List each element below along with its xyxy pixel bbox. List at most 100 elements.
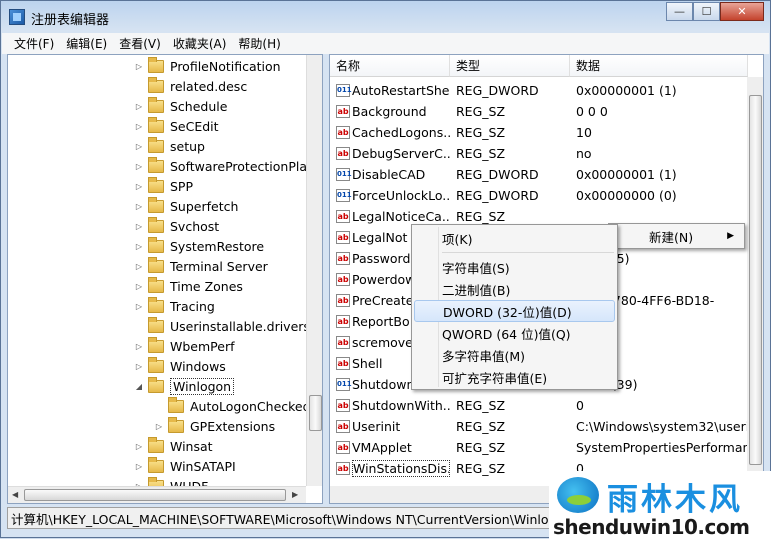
expand-arrow-icon[interactable]: ▷ <box>134 61 144 71</box>
tree-item[interactable]: ▷ Svchost <box>134 216 219 236</box>
expand-arrow-icon[interactable]: ▷ <box>134 341 144 351</box>
maximize-button[interactable]: ☐ <box>693 2 720 21</box>
value-row[interactable]: ab VMApplet REG_SZ SystemPropertiesPerforma… <box>330 437 748 458</box>
value-name: VMApplet <box>352 440 412 455</box>
tree-item-label: ProfileNotification <box>170 58 281 74</box>
value-row[interactable]: ab Userinit REG_SZ C:\Windows\system32\user… <box>330 416 748 437</box>
context-menu-item[interactable]: 项(K) <box>414 227 615 249</box>
close-button[interactable]: ✕ <box>720 2 764 21</box>
tree-item[interactable]: ▷ Windows <box>134 356 226 376</box>
tree-item[interactable]: ▷ SPP <box>134 176 193 196</box>
expand-arrow-icon[interactable]: ▷ <box>134 361 144 371</box>
folder-icon <box>148 116 164 133</box>
value-type: REG_SZ <box>456 104 506 119</box>
expand-arrow-icon[interactable]: ▷ <box>134 301 144 311</box>
tree-item[interactable]: ▷ Terminal Server <box>134 256 268 276</box>
values-scroll-thumb[interactable] <box>749 95 762 465</box>
column-header-data[interactable]: 数据 <box>570 55 748 77</box>
expand-arrow-icon[interactable]: ◢ <box>134 381 144 391</box>
expand-arrow-icon[interactable]: ▷ <box>134 441 144 451</box>
value-data: 0 0 0 <box>576 104 608 119</box>
tree-item[interactable]: ▷ Tracing <box>134 296 215 316</box>
value-row[interactable]: ab ShutdownWith... REG_SZ 0 <box>330 395 748 416</box>
expand-arrow-icon[interactable] <box>134 321 144 331</box>
tree-item[interactable]: related.desc <box>134 76 247 96</box>
folder-icon <box>148 76 164 93</box>
expand-arrow-icon[interactable]: ▷ <box>134 181 144 191</box>
string-value-icon: ab <box>336 399 350 412</box>
menu-file[interactable]: 文件(F) <box>8 35 60 52</box>
tree-item[interactable]: ▷ Time Zones <box>134 276 243 296</box>
expand-arrow-icon[interactable]: ▷ <box>134 121 144 131</box>
value-type: REG_SZ <box>456 209 506 224</box>
key-tree-pane[interactable]: ▷ ProfileNotification related.desc ▷ Schedul… <box>7 54 323 504</box>
expand-arrow-icon[interactable]: ▷ <box>134 101 144 111</box>
expand-arrow-icon[interactable]: ▷ <box>134 221 144 231</box>
expand-arrow-icon[interactable] <box>154 401 164 411</box>
tree-item[interactable]: ▷ WinSATAPI <box>134 456 236 476</box>
string-value-icon: ab <box>336 231 350 244</box>
watermark-url: shenduwin10.com <box>553 515 750 539</box>
column-header-name[interactable]: 名称 <box>330 55 450 77</box>
expand-arrow-icon[interactable] <box>134 81 144 91</box>
binary-value-icon: 011 <box>336 378 352 391</box>
folder-icon <box>148 256 164 273</box>
tree-item[interactable]: ◢ Winlogon <box>134 376 235 396</box>
menu-view[interactable]: 查看(V) <box>113 35 167 52</box>
context-menu-item[interactable]: QWORD (64 位)值(Q) <box>414 322 615 344</box>
expand-arrow-icon[interactable]: ▷ <box>134 201 144 211</box>
context-menu-item[interactable]: 多字符串值(M) <box>414 344 615 366</box>
tree-item[interactable]: ▷ WbemPerf <box>134 336 234 356</box>
tree-item-label: Svchost <box>170 218 220 234</box>
tree-item-label: AutoLogonChecked <box>190 398 311 414</box>
tree-vertical-scrollbar[interactable] <box>306 55 322 486</box>
tree-item[interactable]: ▷ Schedule <box>134 96 227 116</box>
scroll-left-arrow-icon[interactable]: ◀ <box>12 490 18 499</box>
menu-new[interactable]: 新建(N) ▶ <box>609 225 742 247</box>
value-row[interactable]: ab Background REG_SZ 0 0 0 <box>330 101 748 122</box>
tree-item[interactable]: ▷ SystemRestore <box>134 236 264 256</box>
tree-item[interactable]: ▷ Superfetch <box>134 196 238 216</box>
value-data: SystemPropertiesPerformanc <box>576 440 748 455</box>
context-menu-item[interactable]: 字符串值(S) <box>414 256 615 278</box>
tree-item[interactable]: ▷ Winsat <box>134 436 213 456</box>
expand-arrow-icon[interactable]: ▷ <box>134 261 144 271</box>
tree-item[interactable]: ▷ SeCEdit <box>134 116 219 136</box>
tree-item-label: Winlogon <box>170 377 235 395</box>
tree-hscroll-thumb[interactable] <box>24 489 286 501</box>
tree-item[interactable]: ▷ ProfileNotification <box>134 56 281 76</box>
column-header-type[interactable]: 类型 <box>450 55 570 77</box>
value-row[interactable]: ab CachedLogons... REG_SZ 10 <box>330 122 748 143</box>
menu-edit[interactable]: 编辑(E) <box>60 35 113 52</box>
expand-arrow-icon[interactable]: ▷ <box>134 141 144 151</box>
minimize-button[interactable]: — <box>666 2 693 21</box>
context-menu-item[interactable]: 可扩充字符串值(E) <box>414 366 615 388</box>
values-vertical-scrollbar[interactable] <box>747 77 763 486</box>
value-row[interactable]: 011 ForceUnlockLo... REG_DWORD 0x00000000 (… <box>330 185 748 206</box>
value-row[interactable]: ab DebugServerC... REG_SZ no <box>330 143 748 164</box>
value-row[interactable]: 011 AutoRestartShell REG_DWORD 0x00000001 (… <box>330 80 748 101</box>
tree-scroll-thumb[interactable] <box>309 395 322 431</box>
tree-item[interactable]: AutoLogonChecked <box>154 396 311 416</box>
expand-arrow-icon[interactable]: ▷ <box>154 421 164 431</box>
tree-item[interactable]: ▷ SoftwareProtectionPlatfo <box>134 156 322 176</box>
expand-arrow-icon[interactable]: ▷ <box>134 281 144 291</box>
scroll-right-arrow-icon[interactable]: ▶ <box>292 490 298 499</box>
binary-value-icon: 011 <box>336 84 352 97</box>
expand-arrow-icon[interactable]: ▷ <box>134 241 144 251</box>
tree-horizontal-scrollbar[interactable]: ◀ ▶ <box>8 486 306 503</box>
folder-icon <box>148 276 164 293</box>
tree-item[interactable]: ▷ setup <box>134 136 205 156</box>
menu-help[interactable]: 帮助(H) <box>232 35 286 52</box>
new-value-context-menu: 项(K) 字符串值(S) 二进制值(B) DWORD (32-位)值(D) QWORD … <box>411 224 618 390</box>
tree-item[interactable]: ▷ GPExtensions <box>154 416 275 436</box>
expand-arrow-icon[interactable]: ▷ <box>134 461 144 471</box>
value-row[interactable]: 011 DisableCAD REG_DWORD 0x00000001 (1) <box>330 164 748 185</box>
title-bar[interactable]: 注册表编辑器 — ☐ ✕ <box>1 1 770 33</box>
tree-item-label: Tracing <box>170 298 215 314</box>
tree-item[interactable]: Userinstallable.drivers <box>134 316 310 336</box>
menu-favorites[interactable]: 收藏夹(A) <box>167 35 233 52</box>
context-menu-item[interactable]: DWORD (32-位)值(D) <box>414 300 615 322</box>
expand-arrow-icon[interactable]: ▷ <box>134 161 144 171</box>
context-menu-item[interactable]: 二进制值(B) <box>414 278 615 300</box>
